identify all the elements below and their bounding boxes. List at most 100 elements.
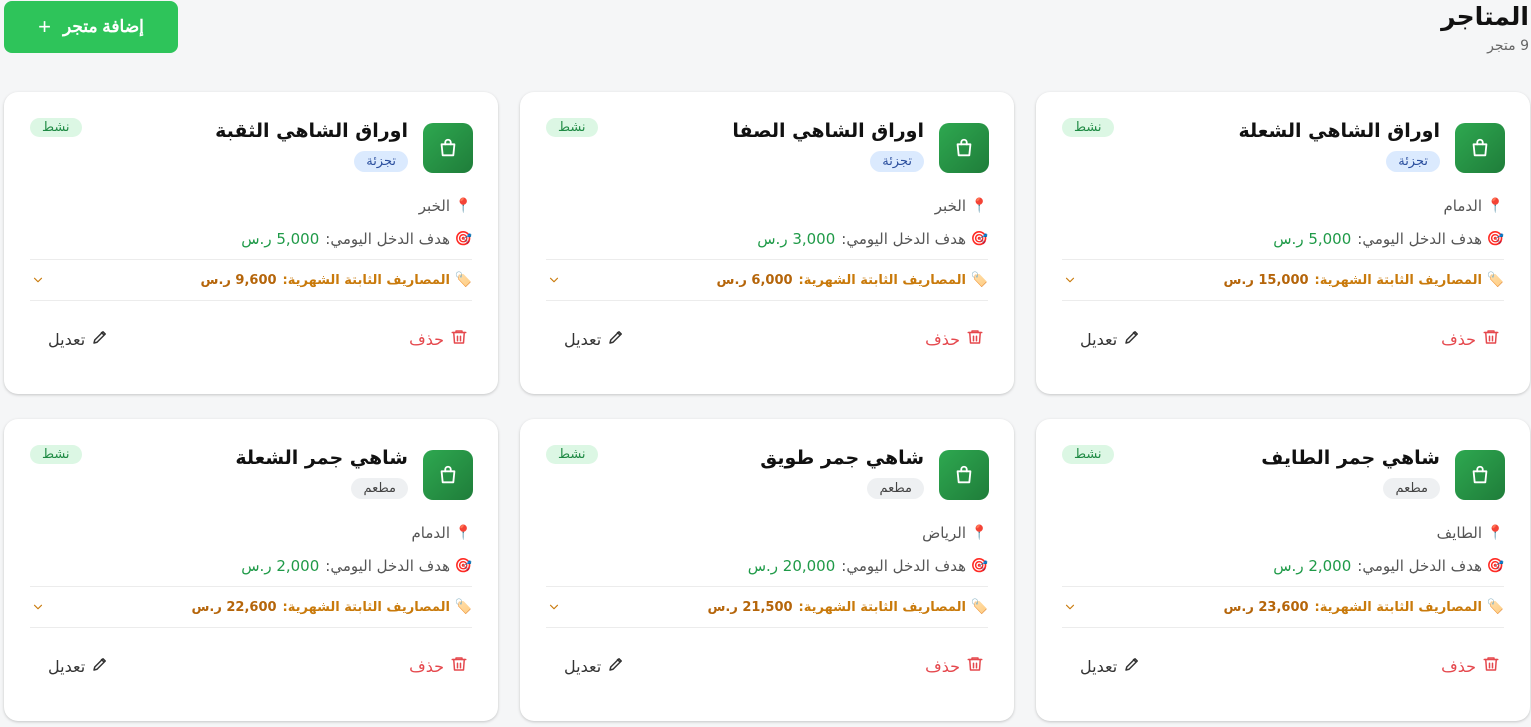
tag-icon: 🏷️: [1486, 599, 1504, 615]
expenses-label: المصاريف الثابتة الشهرية:: [1314, 272, 1482, 288]
chevron-down-icon[interactable]: [546, 272, 562, 288]
store-type-badge: تجزئة: [870, 151, 924, 172]
pin-icon: 📍: [454, 198, 472, 214]
store-city: الدمام: [411, 524, 450, 542]
daily-target-value: 3,000 ر.س: [757, 230, 836, 248]
delete-label: حذف: [1441, 656, 1476, 676]
store-city: الرياض: [922, 524, 966, 542]
card-actions: حذف تعديل: [30, 301, 472, 377]
location-line: 📍 الخبر: [546, 194, 988, 218]
expenses-value: 23,600 ر.س: [1223, 599, 1309, 615]
expenses-row[interactable]: 🏷️ المصاريف الثابتة الشهرية: 21,500 ر.س: [546, 587, 988, 627]
daily-target-value: 2,000 ر.س: [1273, 557, 1352, 575]
expenses-text: 🏷️ المصاريف الثابتة الشهرية: 6,000 ر.س: [717, 272, 988, 288]
pencil-icon: [607, 655, 625, 677]
status-badge: نشط: [1062, 118, 1114, 137]
store-type-badge: مطعم: [1383, 478, 1440, 499]
expenses-label: المصاريف الثابتة الشهرية:: [282, 272, 450, 288]
expenses-row[interactable]: 🏷️ المصاريف الثابتة الشهرية: 15,000 ر.س: [1062, 260, 1504, 300]
edit-button[interactable]: تعديل: [564, 324, 625, 354]
daily-target-value: 20,000 ر.س: [747, 557, 836, 575]
edit-label: تعديل: [564, 656, 602, 676]
daily-target-label: هدف الدخل اليومي:: [325, 557, 450, 575]
edit-label: تعديل: [564, 329, 602, 349]
target-icon: 🎯: [970, 231, 988, 247]
store-city: الطايف: [1436, 524, 1482, 542]
expenses-text: 🏷️ المصاريف الثابتة الشهرية: 22,600 ر.س: [191, 599, 472, 615]
store-name: شاهي جمر الطايف: [1261, 447, 1440, 469]
edit-button[interactable]: تعديل: [48, 651, 109, 681]
location-line: 📍 الخبر: [30, 194, 472, 218]
daily-target-label: هدف الدخل اليومي:: [325, 230, 450, 248]
chevron-down-icon[interactable]: [1062, 272, 1078, 288]
delete-button[interactable]: حذف: [925, 651, 984, 681]
store-card: اوراق الشاهي الصفا تجزئة نشط 📍 الخبر 🎯 ه…: [520, 92, 1014, 394]
chevron-down-icon[interactable]: [546, 599, 562, 615]
daily-target-label: هدف الدخل اليومي:: [841, 230, 966, 248]
target-icon: 🎯: [454, 231, 472, 247]
expenses-label: المصاريف الثابتة الشهرية:: [798, 272, 966, 288]
delete-button[interactable]: حذف: [1441, 651, 1500, 681]
edit-label: تعديل: [48, 656, 86, 676]
expenses-value: 6,000 ر.س: [716, 272, 793, 288]
card-header: اوراق الشاهي الصفا تجزئة نشط: [546, 92, 989, 184]
store-card: شاهي جمر طويق مطعم نشط 📍 الرياض 🎯 هدف ال…: [520, 419, 1014, 721]
delete-label: حذف: [409, 329, 444, 349]
expenses-text: 🏷️ المصاريف الثابتة الشهرية: 21,500 ر.س: [707, 599, 988, 615]
pin-icon: 📍: [454, 525, 472, 541]
pencil-icon: [1123, 655, 1141, 677]
edit-button[interactable]: تعديل: [48, 324, 109, 354]
expenses-text: 🏷️ المصاريف الثابتة الشهرية: 15,000 ر.س: [1223, 272, 1504, 288]
daily-target-line: 🎯 هدف الدخل اليومي: 5,000 ر.س: [1062, 227, 1504, 251]
edit-button[interactable]: تعديل: [1080, 651, 1141, 681]
status-badge: نشط: [546, 445, 598, 464]
delete-label: حذف: [925, 656, 960, 676]
delete-button[interactable]: حذف: [409, 324, 468, 354]
shopping-bag-icon: [1455, 123, 1505, 173]
location-line: 📍 الطايف: [1062, 521, 1504, 545]
pencil-icon: [1123, 328, 1141, 350]
add-store-button[interactable]: إضافة متجر +: [4, 1, 178, 53]
store-city: الدمام: [1443, 197, 1482, 215]
edit-label: تعديل: [1080, 329, 1118, 349]
edit-button[interactable]: تعديل: [1080, 324, 1141, 354]
daily-target-label: هدف الدخل اليومي:: [1357, 230, 1482, 248]
tag-icon: 🏷️: [970, 272, 988, 288]
expenses-row[interactable]: 🏷️ المصاريف الثابتة الشهرية: 23,600 ر.س: [1062, 587, 1504, 627]
delete-label: حذف: [409, 656, 444, 676]
daily-target-line: 🎯 هدف الدخل اليومي: 5,000 ر.س: [30, 227, 472, 251]
expenses-row[interactable]: 🏷️ المصاريف الثابتة الشهرية: 22,600 ر.س: [30, 587, 472, 627]
tag-icon: 🏷️: [1486, 272, 1504, 288]
store-name: اوراق الشاهي الثقبة: [215, 120, 408, 142]
expenses-row[interactable]: 🏷️ المصاريف الثابتة الشهرية: 9,600 ر.س: [30, 260, 472, 300]
tag-icon: 🏷️: [454, 272, 472, 288]
edit-button[interactable]: تعديل: [564, 651, 625, 681]
status-badge: نشط: [546, 118, 598, 137]
chevron-down-icon[interactable]: [30, 272, 46, 288]
expenses-label: المصاريف الثابتة الشهرية:: [1314, 599, 1482, 615]
pin-icon: 📍: [970, 525, 988, 541]
store-name: شاهي جمر طويق: [760, 447, 924, 469]
delete-label: حذف: [1441, 329, 1476, 349]
expenses-value: 9,600 ر.س: [200, 272, 277, 288]
chevron-down-icon[interactable]: [1062, 599, 1078, 615]
expenses-row[interactable]: 🏷️ المصاريف الثابتة الشهرية: 6,000 ر.س: [546, 260, 988, 300]
daily-target-line: 🎯 هدف الدخل اليومي: 3,000 ر.س: [546, 227, 988, 251]
pin-icon: 📍: [1486, 198, 1504, 214]
edit-label: تعديل: [48, 329, 86, 349]
card-actions: حذف تعديل: [1062, 628, 1504, 704]
delete-button[interactable]: حذف: [1441, 324, 1500, 354]
store-type-badge: مطعم: [351, 478, 408, 499]
status-badge: نشط: [1062, 445, 1114, 464]
delete-button[interactable]: حذف: [409, 651, 468, 681]
shopping-bag-icon: [939, 123, 989, 173]
pin-icon: 📍: [1486, 525, 1504, 541]
delete-button[interactable]: حذف: [925, 324, 984, 354]
expenses-value: 15,000 ر.س: [1223, 272, 1309, 288]
chevron-down-icon[interactable]: [30, 599, 46, 615]
pencil-icon: [607, 328, 625, 350]
location-line: 📍 الدمام: [30, 521, 472, 545]
store-city: الخبر: [934, 197, 966, 215]
target-icon: 🎯: [970, 558, 988, 574]
pencil-icon: [91, 328, 109, 350]
